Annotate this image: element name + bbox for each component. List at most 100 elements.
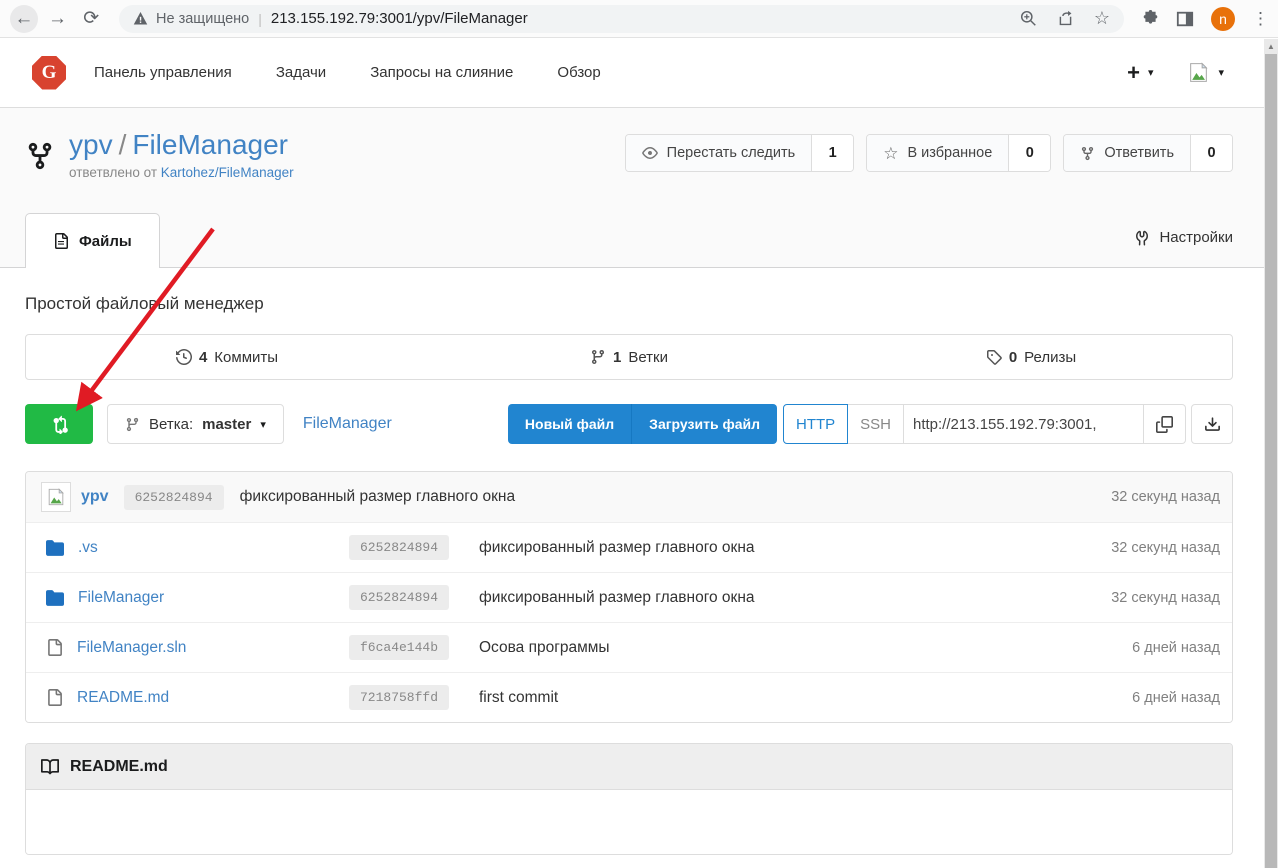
gitea-logo-icon[interactable]: G [32,56,66,90]
share-icon[interactable] [1057,10,1074,27]
forked-from-note: ответвлено от Kartohez/FileManager [69,165,294,180]
nav-pull-requests[interactable]: Запросы на слияние [370,64,513,81]
download-button[interactable] [1191,404,1233,444]
stat-branches[interactable]: 1 Ветки [428,349,830,366]
page-scrollbar[interactable]: ▲ [1264,39,1278,868]
unwatch-button[interactable]: Перестать следить 1 [625,134,855,172]
ssh-protocol-button[interactable]: SSH [848,404,904,444]
stat-commits[interactable]: 4 Коммиты [26,349,428,366]
commit-message[interactable]: фиксированный размер главного окна [479,539,1111,557]
commit-message[interactable]: Осова программы [479,639,1132,657]
security-label[interactable]: Не защищено [156,11,249,27]
security-warning-icon[interactable] [133,11,148,26]
branch-icon [590,349,606,365]
forked-from-link[interactable]: Kartohez/FileManager [161,165,294,180]
browser-menu-icon[interactable]: ⋮ [1252,9,1268,29]
repo-path-link[interactable]: FileManager [303,415,392,433]
commit-message[interactable]: фиксированный размер главного окна [240,488,516,506]
commit-author-link[interactable]: ypv [81,488,109,506]
tab-files-label: Файлы [79,233,132,250]
chevron-down-icon: ▾ [1148,66,1154,79]
commit-hash-badge[interactable]: 6252824894 [124,485,224,510]
file-link[interactable]: .vs [78,539,98,557]
table-row: FileManager 6252824894 фиксированный раз… [26,572,1232,622]
history-icon [176,349,192,365]
folder-icon [46,539,64,557]
branch-label: Ветка: [149,416,193,433]
side-panel-icon[interactable] [1176,10,1194,28]
commit-hash-badge[interactable]: 7218758ffd [349,685,449,710]
omnibox-divider: | [258,11,262,27]
commit-time: 6 дней назад [1132,690,1220,706]
commit-time: 32 секунд назад [1111,489,1220,505]
star-icon: ☆ [883,145,898,162]
repo-title: ypv/FileManager [69,128,294,162]
browser-forward-button[interactable]: → [44,5,72,33]
stars-count[interactable]: 0 [1008,135,1050,171]
readme-content [26,790,1232,854]
broken-avatar-icon [1187,61,1210,84]
tools-icon [1134,230,1150,246]
repo-name-link[interactable]: FileManager [132,129,288,160]
watchers-count[interactable]: 1 [811,135,853,171]
commits-count: 4 [199,349,207,366]
tab-settings-label: Настройки [1159,229,1233,246]
tag-icon [986,349,1002,365]
file-icon [53,233,69,249]
file-link[interactable]: README.md [77,689,169,707]
commit-message[interactable]: first commit [479,689,1132,707]
commit-hash-badge[interactable]: f6ca4e144b [349,635,449,660]
browser-toolbar: ← → ⟳ Не защищено | 213.155.192.79:3001/… [0,0,1278,38]
commit-time: 6 дней назад [1132,640,1220,656]
repo-tabbar: Файлы Настройки [0,212,1278,268]
nav-dashboard[interactable]: Панель управления [94,64,232,81]
readme-panel: README.md [25,743,1233,855]
fork-button[interactable]: Ответвить 0 [1063,134,1233,172]
commit-hash-badge[interactable]: 6252824894 [349,585,449,610]
url-text[interactable]: 213.155.192.79:3001/ypv/FileManager [271,10,528,27]
extensions-puzzle-icon[interactable] [1142,10,1159,27]
zoom-icon[interactable] [1020,10,1037,27]
folder-icon [46,589,64,607]
compare-button[interactable] [25,404,93,444]
commit-message[interactable]: фиксированный размер главного окна [479,589,1111,607]
stat-releases[interactable]: 0 Релизы [830,349,1232,366]
browser-back-button[interactable]: ← [10,5,38,33]
forks-count[interactable]: 0 [1190,135,1232,171]
new-file-button[interactable]: Новый файл [508,404,631,444]
repo-description: Простой файловый менеджер [25,268,1233,314]
broken-image-icon [46,487,66,507]
clone-url-input[interactable] [904,404,1144,444]
create-new-dropdown[interactable]: + ▾ [1127,62,1153,84]
file-link[interactable]: FileManager [78,589,164,607]
commit-author-avatar[interactable] [41,482,71,512]
tab-settings[interactable]: Настройки [1134,229,1233,250]
file-link[interactable]: FileManager.sln [77,639,186,657]
branch-dropdown[interactable]: Ветка: master ▾ [107,404,284,444]
repo-fork-icon [25,141,55,171]
star-button[interactable]: ☆ В избранное 0 [866,134,1051,172]
bookmark-star-icon[interactable]: ☆ [1094,8,1110,29]
http-protocol-button[interactable]: HTTP [783,404,848,444]
address-bar[interactable]: Не защищено | 213.155.192.79:3001/ypv/Fi… [119,5,1124,33]
commit-hash-badge[interactable]: 6252824894 [349,535,449,560]
tab-files[interactable]: Файлы [25,213,160,268]
branch-icon [125,417,140,432]
copy-url-button[interactable] [1144,404,1186,444]
file-icon [46,639,63,656]
browser-reload-button[interactable]: ⟳ [77,5,105,33]
nav-explore[interactable]: Обзор [557,64,600,81]
latest-commit-row: ypv 6252824894 фиксированный размер глав… [26,472,1232,522]
repo-owner-link[interactable]: ypv [69,129,113,160]
scrollbar-thumb[interactable] [1265,54,1277,868]
releases-label: Релизы [1024,349,1076,366]
chevron-down-icon: ▾ [1218,66,1224,79]
repo-toolbar: Ветка: master ▾ FileManager Новый файл З… [25,404,1233,444]
scrollbar-up-icon[interactable]: ▲ [1264,39,1278,54]
user-menu-dropdown[interactable]: ▾ [1187,61,1224,84]
fork-label: Ответвить [1104,145,1174,161]
upload-file-button[interactable]: Загрузить файл [631,404,777,444]
browser-profile-avatar[interactable]: n [1211,7,1235,31]
nav-issues[interactable]: Задачи [276,64,326,81]
branch-name: master [202,416,251,433]
